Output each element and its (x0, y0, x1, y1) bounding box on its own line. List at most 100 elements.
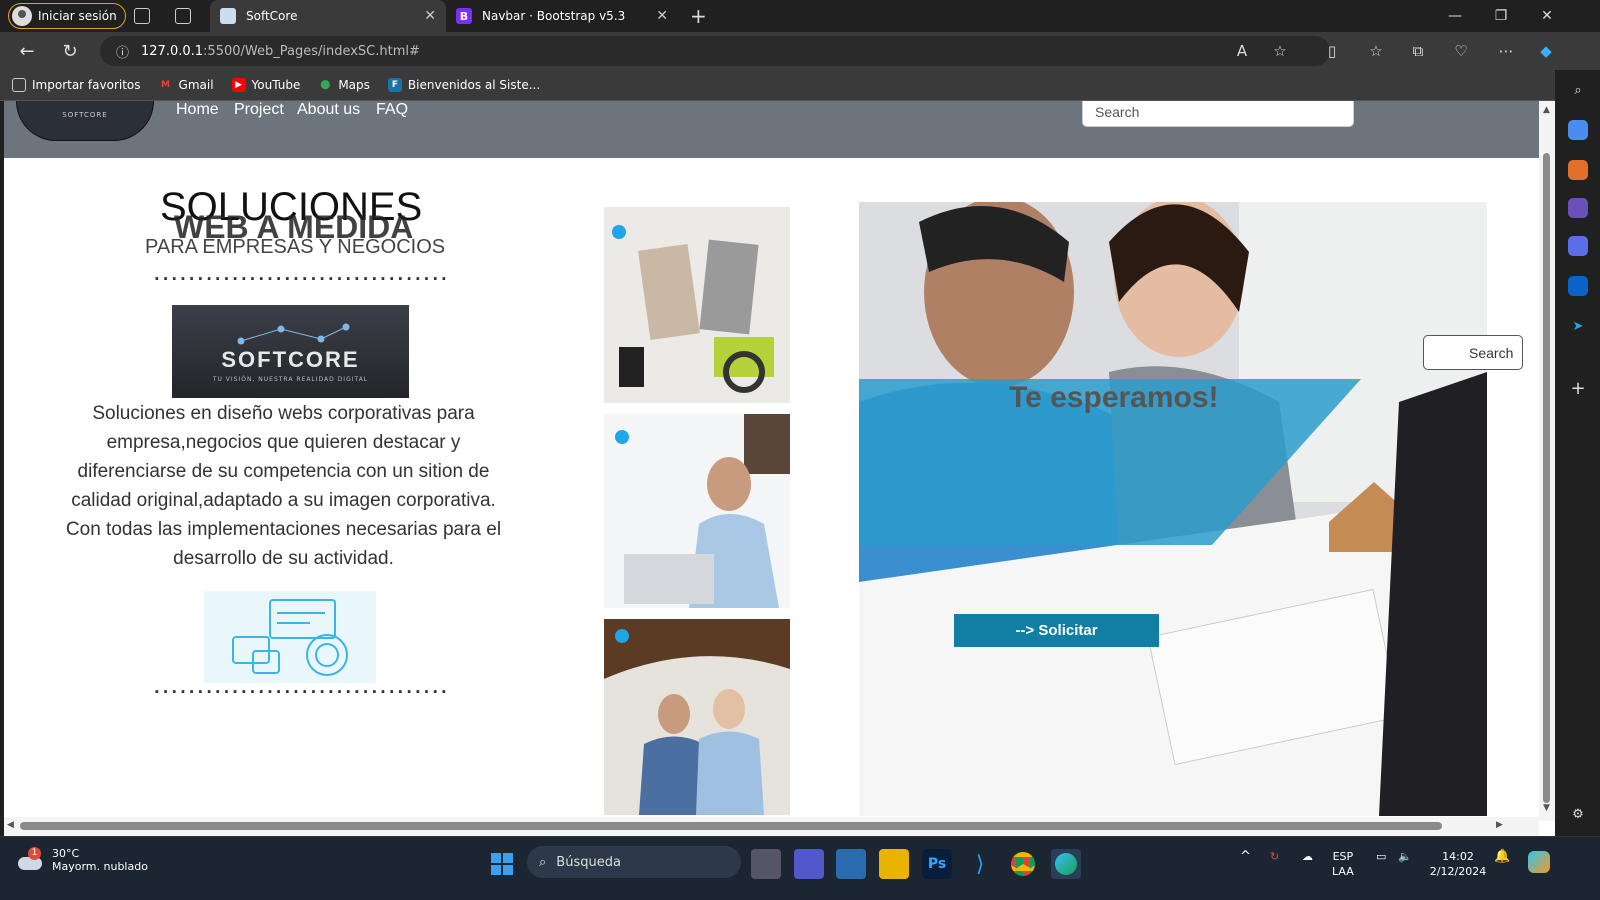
bookmark-site[interactable]: F Bienvenidos al Siste... (387, 78, 541, 92)
copilot-taskbar-icon[interactable] (1524, 847, 1554, 877)
address-bar[interactable]: ⓘ 127.0.0.1:5500/Web_Pages/indexSC.html# (100, 36, 1330, 66)
network-icon[interactable]: ▭ (1376, 849, 1386, 864)
tools-icon[interactable] (1568, 160, 1588, 180)
bookmark-import[interactable]: Importar favoritos (12, 78, 141, 92)
teams-icon[interactable] (794, 849, 824, 879)
bookmark-label: Bienvenidos al Siste... (407, 78, 541, 92)
import-icon (12, 78, 26, 92)
onedrive-icon[interactable]: ☁ (1302, 849, 1313, 864)
copilot-icon[interactable]: ◆ (1536, 41, 1556, 61)
tab-actions-icon[interactable] (175, 8, 191, 24)
scroll-right-icon[interactable]: ▶ (1496, 820, 1503, 830)
description-text: Soluciones en diseño webs corporativas p… (65, 403, 502, 569)
task-view-icon[interactable] (751, 849, 781, 879)
network-graphic-icon (237, 323, 349, 344)
scroll-down-icon[interactable]: ▼ (1543, 803, 1550, 813)
horizontal-scroll-thumb[interactable] (20, 822, 1442, 830)
health-icon[interactable]: ♡ (1451, 41, 1471, 61)
start-icon[interactable] (487, 849, 517, 879)
dotted-divider-bottom: .................................. (154, 679, 450, 697)
shopping-icon[interactable] (1568, 120, 1588, 140)
bookmark-label: YouTube (251, 78, 301, 92)
restore-icon[interactable]: ❐ (1478, 0, 1524, 32)
solicitar-button[interactable]: --> Solicitar (954, 614, 1159, 647)
photo-office-team (604, 619, 790, 815)
dotted-divider: .................................. (154, 266, 450, 284)
tray-chevron-icon[interactable]: ^ (1240, 849, 1251, 864)
bookmark-gmail[interactable]: M Gmail (159, 78, 214, 92)
reload-icon[interactable]: ↻ (58, 39, 82, 63)
tab-bar: Iniciar sesión SoftCore ✕ B Navbar · Boo… (0, 0, 1600, 32)
edge-icon[interactable] (1051, 849, 1081, 879)
file-explorer-icon[interactable] (879, 849, 909, 879)
bookmark-maps[interactable]: ⬤ Maps (318, 78, 370, 92)
nav-home[interactable]: Home (176, 101, 219, 119)
tab-title: SoftCore (246, 9, 298, 23)
photo-man-laptop (604, 414, 790, 608)
maps-icon: ⬤ (320, 80, 331, 90)
vscode-icon[interactable]: ⟩ (965, 849, 995, 879)
weather-temp: 30°C (52, 847, 80, 860)
scroll-up-icon[interactable]: ▲ (1543, 105, 1550, 115)
new-tab-button[interactable]: + (690, 4, 707, 28)
store-icon[interactable] (836, 849, 866, 879)
site-logo[interactable]: SOFTCORE (16, 101, 154, 141)
bookmarks-bar: Importar favoritos M Gmail ▶ YouTube ⬤ Maps… (0, 70, 1600, 101)
url-path: :5500/Web_Pages/indexSC.html# (203, 43, 420, 59)
search-input[interactable]: Search (1082, 101, 1354, 127)
close-tab-icon[interactable]: ✕ (656, 8, 668, 24)
scroll-left-icon[interactable]: ◀ (7, 820, 14, 830)
close-window-icon[interactable]: ✕ (1524, 0, 1570, 32)
web-dev-icons-image (204, 591, 376, 683)
favorites-icon[interactable]: ☆ (1366, 41, 1386, 61)
nav-project[interactable]: Project (234, 101, 284, 119)
tab-softcore[interactable]: SoftCore ✕ (210, 0, 446, 32)
outlook-icon[interactable] (1568, 276, 1588, 296)
vertical-scroll-thumb[interactable] (1543, 153, 1550, 803)
workspaces-icon[interactable] (134, 8, 150, 24)
copilot-side-icon[interactable] (1568, 236, 1588, 256)
notifications-icon[interactable]: 🔔 (1494, 849, 1510, 864)
add-icon[interactable]: + (1568, 378, 1588, 399)
games-icon[interactable] (1568, 198, 1588, 218)
lang-line1: ESP (1332, 850, 1354, 863)
search-icon: ⌕ (539, 854, 547, 870)
bookmark-label: Importar favoritos (32, 78, 141, 92)
collections-icon[interactable]: ⧉ (1408, 41, 1428, 61)
nav-faq[interactable]: FAQ (376, 101, 408, 119)
search-icon[interactable]: ⌕ (1568, 80, 1588, 100)
taskbar-search-label: Búsqueda (556, 854, 621, 870)
favorite-star-icon[interactable]: ☆ (1270, 41, 1290, 61)
close-tab-icon[interactable]: ✕ (424, 8, 436, 24)
weather-widget[interactable]: 1 30°C Mayorm. nublado (16, 847, 148, 873)
settings-gear-icon[interactable]: ⚙ (1568, 804, 1588, 824)
youtube-icon: ▶ (231, 78, 246, 92)
side-search-input[interactable]: Search (1423, 335, 1523, 370)
logo-text: SOFTCORE (221, 346, 360, 372)
vertical-scrollbar[interactable]: ▲ ▼ (1539, 101, 1555, 821)
more-menu-icon[interactable]: ⋯ (1496, 41, 1516, 61)
horizontal-scrollbar[interactable]: ◀ ▶ (4, 817, 1539, 836)
send-icon[interactable]: ➤ (1568, 316, 1588, 336)
tab-bootstrap[interactable]: B Navbar · Bootstrap v5.3 ✕ (446, 0, 678, 32)
taskbar-search[interactable]: ⌕ Búsqueda (527, 846, 741, 878)
photoshop-icon[interactable]: Ps (922, 849, 952, 879)
bookmark-label: Maps (338, 78, 370, 92)
back-icon[interactable]: ← (15, 39, 39, 63)
language-indicator[interactable]: ESP LAA (1332, 849, 1354, 879)
clock[interactable]: 14:02 2/12/2024 (1428, 849, 1488, 879)
nav-about[interactable]: About us (297, 101, 360, 119)
site-info-icon[interactable]: ⓘ (116, 42, 129, 61)
minimize-icon[interactable]: — (1432, 0, 1478, 32)
bookmark-youtube[interactable]: ▶ YouTube (231, 78, 301, 92)
chrome-icon[interactable] (1008, 849, 1038, 879)
dev-illustration-icon (232, 599, 348, 676)
bootstrap-favicon-icon: B (456, 8, 472, 24)
avatar-icon (12, 6, 32, 26)
profile-button[interactable]: Iniciar sesión (8, 3, 126, 29)
split-screen-icon[interactable]: ▯ (1322, 41, 1342, 61)
sync-icon[interactable]: ↻ (1270, 849, 1279, 864)
read-aloud-icon[interactable]: A (1232, 41, 1252, 61)
banner-shape (859, 379, 1361, 545)
volume-icon[interactable]: 🔈 (1398, 849, 1412, 864)
